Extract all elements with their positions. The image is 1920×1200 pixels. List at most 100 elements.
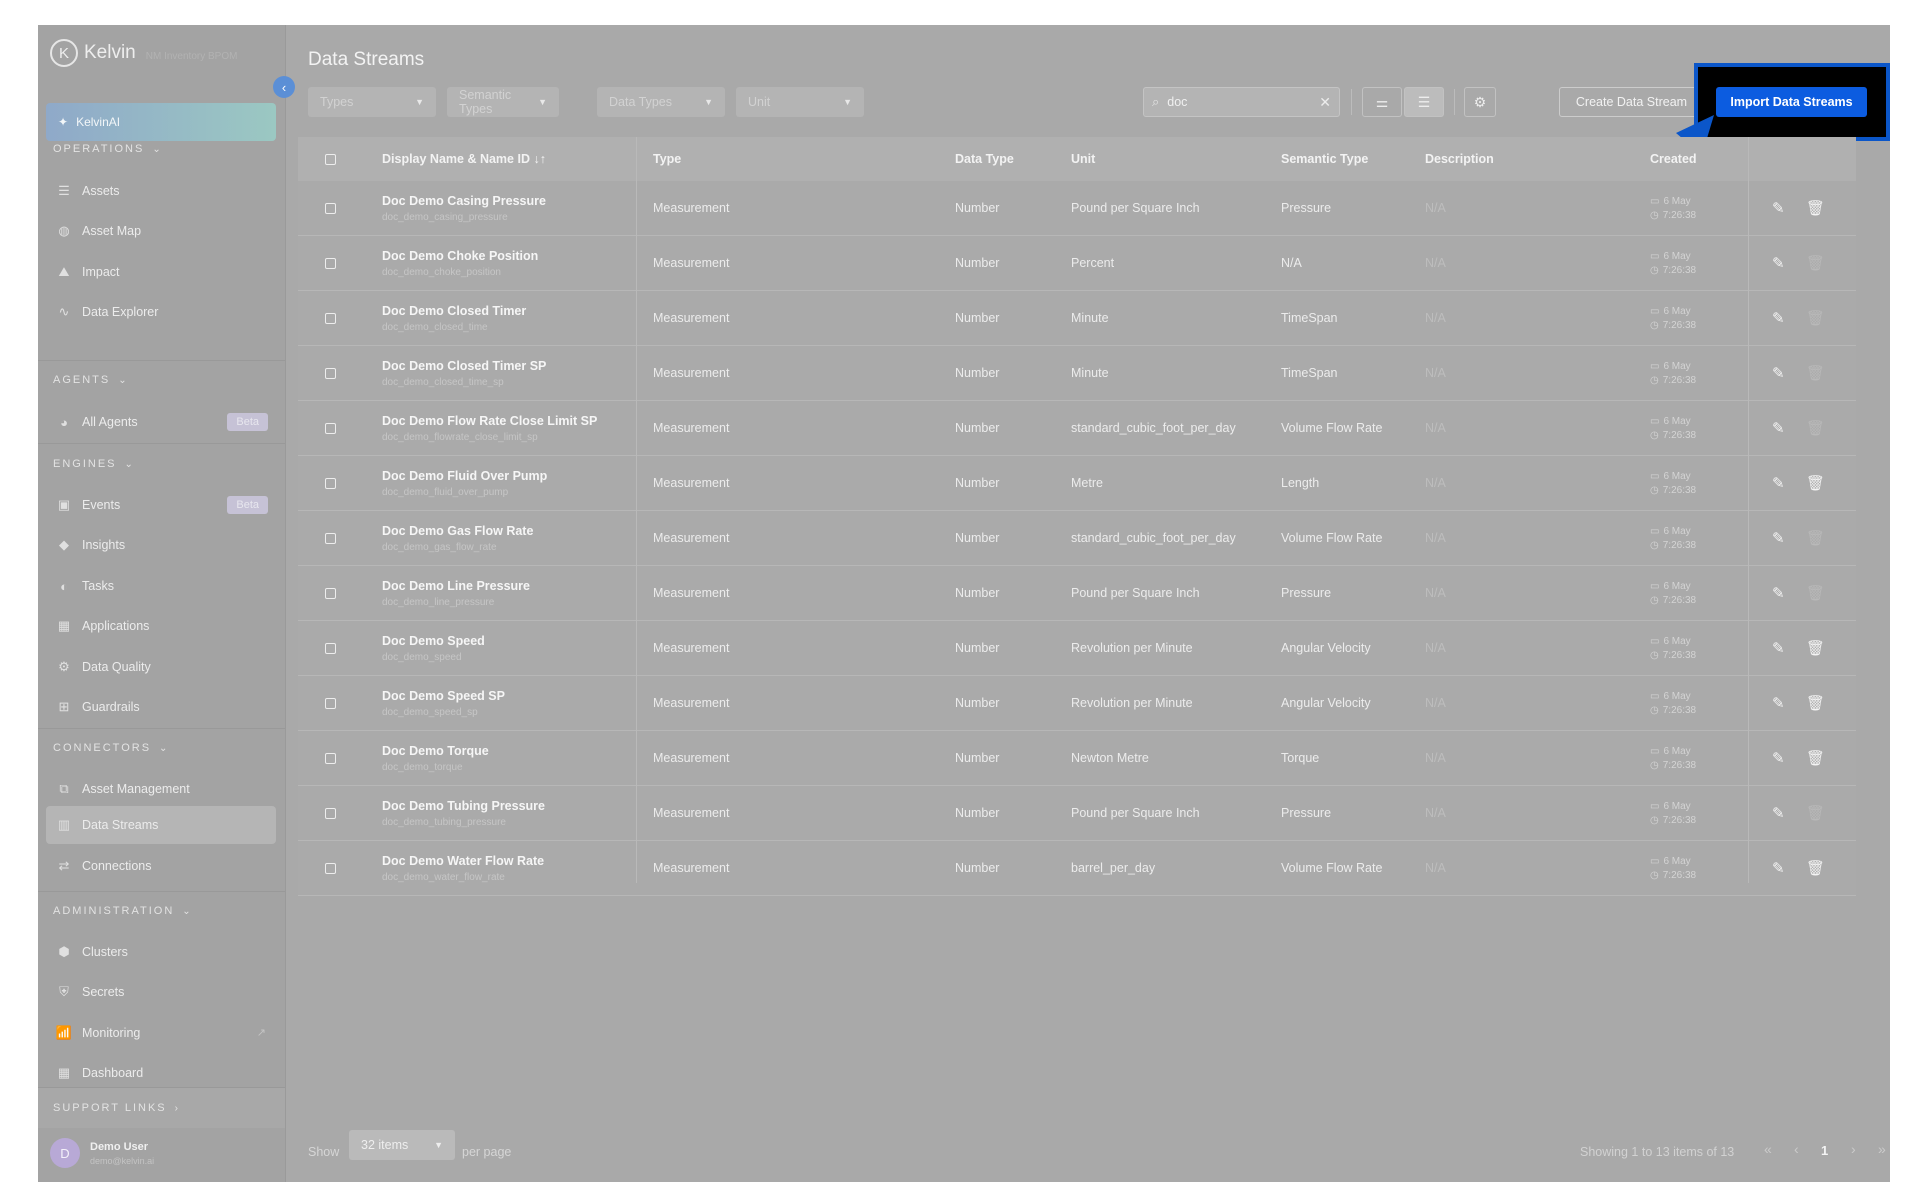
delete-button[interactable]: 🗑 [1806, 456, 1825, 510]
import-data-streams-button[interactable]: Import Data Streams [1716, 87, 1867, 117]
compact-view-button[interactable]: ⚌ [1362, 87, 1402, 117]
edit-button[interactable]: ✎ [1772, 511, 1785, 565]
edit-button[interactable]: ✎ [1772, 731, 1785, 785]
sidebar-item-clusters[interactable]: ⬢ Clusters [46, 933, 276, 971]
row-checkbox[interactable] [325, 236, 336, 290]
filter-unit[interactable]: Unit ▼ [736, 87, 864, 117]
per-page-select[interactable]: 32 items ▼ [349, 1130, 455, 1160]
sidebar-item-assets[interactable]: ☰ Assets [46, 172, 276, 210]
table-row[interactable]: Doc Demo Water Flow Rate doc_demo_water_… [298, 841, 1856, 896]
select-all-checkbox[interactable] [325, 137, 336, 181]
sidebar-item-connections[interactable]: ⇄ Connections [46, 847, 276, 885]
edit-button[interactable]: ✎ [1772, 401, 1785, 455]
name-cell[interactable]: Doc Demo Gas Flow Rate doc_demo_gas_flow… [382, 511, 533, 565]
logo[interactable]: K Kelvin NM Inventory BPOM [50, 39, 237, 67]
row-checkbox[interactable] [325, 566, 336, 620]
kelvinai-button[interactable]: ✦ KelvinAI [46, 103, 276, 141]
delete-button[interactable]: 🗑 [1806, 731, 1825, 785]
clear-search-icon[interactable]: ✕ [1319, 94, 1331, 111]
edit-button[interactable]: ✎ [1772, 786, 1785, 840]
section-connectors[interactable]: CONNECTORS ⌄ [53, 742, 167, 754]
sidebar-item-all-agents[interactable]: ◕ All Agents Beta [46, 403, 276, 441]
first-page-button[interactable]: « [1764, 1141, 1772, 1157]
support-links[interactable]: SUPPORT LINKS › [38, 1087, 285, 1128]
section-administration[interactable]: ADMINISTRATION ⌄ [53, 905, 191, 917]
sidebar-item-impact[interactable]: ⛰ Impact [46, 253, 276, 291]
edit-button[interactable]: ✎ [1772, 456, 1785, 510]
name-cell[interactable]: Doc Demo Fluid Over Pump doc_demo_fluid_… [382, 456, 547, 510]
name-cell[interactable]: Doc Demo Water Flow Rate doc_demo_water_… [382, 841, 544, 895]
section-engines[interactable]: ENGINES ⌄ [53, 458, 133, 470]
row-checkbox[interactable] [325, 401, 336, 455]
sidebar-item-asset-management[interactable]: ⧉ Asset Management [46, 770, 276, 808]
sidebar-item-asset-map[interactable]: ◍ Asset Map [46, 212, 276, 250]
name-cell[interactable]: Doc Demo Closed Timer doc_demo_closed_ti… [382, 291, 526, 345]
header-name[interactable]: Display Name & Name ID ↓↑ [382, 137, 546, 181]
table-row[interactable]: Doc Demo Casing Pressure doc_demo_casing… [298, 181, 1856, 236]
row-checkbox[interactable] [325, 346, 336, 400]
search-input[interactable]: ⌕ doc ✕ [1143, 87, 1340, 117]
edit-button[interactable]: ✎ [1772, 841, 1785, 895]
row-checkbox[interactable] [325, 511, 336, 565]
name-cell[interactable]: Doc Demo Speed doc_demo_speed [382, 621, 485, 675]
table-row[interactable]: Doc Demo Speed SP doc_demo_speed_sp Meas… [298, 676, 1856, 731]
delete-button[interactable]: 🗑 [1806, 181, 1825, 235]
edit-button[interactable]: ✎ [1772, 346, 1785, 400]
sidebar-item-data-quality[interactable]: ⚙ Data Quality [46, 648, 276, 686]
sidebar-item-secrets[interactable]: ⛨ Secrets [46, 973, 276, 1011]
row-checkbox[interactable] [325, 731, 336, 785]
row-checkbox[interactable] [325, 841, 336, 895]
row-checkbox[interactable] [325, 181, 336, 235]
section-support[interactable]: SUPPORT LINKS › [53, 1102, 178, 1114]
table-row[interactable]: Doc Demo Line Pressure doc_demo_line_pre… [298, 566, 1856, 621]
page-button-current[interactable]: 1 [1821, 1143, 1828, 1158]
delete-button[interactable]: 🗑 [1806, 621, 1825, 675]
table-row[interactable]: Doc Demo Choke Position doc_demo_choke_p… [298, 236, 1856, 291]
user-profile[interactable]: D Demo User demo@kelvin.ai [50, 1138, 154, 1168]
row-checkbox[interactable] [325, 676, 336, 730]
row-checkbox[interactable] [325, 786, 336, 840]
table-row[interactable]: Doc Demo Gas Flow Rate doc_demo_gas_flow… [298, 511, 1856, 566]
row-checkbox[interactable] [325, 456, 336, 510]
edit-button[interactable]: ✎ [1772, 236, 1785, 290]
list-view-button[interactable]: ☰ [1404, 87, 1444, 117]
sidebar-item-tasks[interactable]: ◐ Tasks [46, 567, 276, 605]
delete-button[interactable]: 🗑 [1806, 841, 1825, 895]
sidebar-item-applications[interactable]: ▦ Applications [46, 607, 276, 645]
last-page-button[interactable]: » [1878, 1141, 1886, 1157]
name-cell[interactable]: Doc Demo Torque doc_demo_torque [382, 731, 489, 785]
table-row[interactable]: Doc Demo Tubing Pressure doc_demo_tubing… [298, 786, 1856, 841]
table-row[interactable]: Doc Demo Closed Timer SP doc_demo_closed… [298, 346, 1856, 401]
sidebar-item-monitoring[interactable]: 📶 Monitoring ↗ [46, 1014, 276, 1052]
edit-button[interactable]: ✎ [1772, 566, 1785, 620]
edit-button[interactable]: ✎ [1772, 291, 1785, 345]
sidebar-item-guardrails[interactable]: ⊞ Guardrails [46, 688, 276, 726]
sidebar-item-events[interactable]: ▣ Events Beta [46, 486, 276, 524]
edit-button[interactable]: ✎ [1772, 676, 1785, 730]
table-row[interactable]: Doc Demo Fluid Over Pump doc_demo_fluid_… [298, 456, 1856, 511]
name-cell[interactable]: Doc Demo Choke Position doc_demo_choke_p… [382, 236, 538, 290]
delete-button[interactable]: 🗑 [1806, 676, 1825, 730]
row-checkbox[interactable] [325, 621, 336, 675]
filter-data-types[interactable]: Data Types ▼ [597, 87, 725, 117]
table-row[interactable]: Doc Demo Flow Rate Close Limit SP doc_de… [298, 401, 1856, 456]
table-row[interactable]: Doc Demo Torque doc_demo_torque Measurem… [298, 731, 1856, 786]
table-settings-button[interactable]: ⚙ [1464, 87, 1496, 117]
name-cell[interactable]: Doc Demo Tubing Pressure doc_demo_tubing… [382, 786, 545, 840]
filter-semantic-types[interactable]: Semantic Types ▼ [447, 87, 559, 117]
next-page-button[interactable]: › [1851, 1141, 1856, 1157]
filter-types[interactable]: Types ▼ [308, 87, 436, 117]
sidebar-item-insights[interactable]: ◆ Insights [46, 526, 276, 564]
name-cell[interactable]: Doc Demo Speed SP doc_demo_speed_sp [382, 676, 505, 730]
edit-button[interactable]: ✎ [1772, 621, 1785, 675]
table-row[interactable]: Doc Demo Speed doc_demo_speed Measuremen… [298, 621, 1856, 676]
prev-page-button[interactable]: ‹ [1794, 1141, 1799, 1157]
collapse-sidebar-button[interactable]: ‹ [273, 76, 295, 98]
edit-button[interactable]: ✎ [1772, 181, 1785, 235]
sidebar-item-data-explorer[interactable]: ∿ Data Explorer [46, 293, 276, 331]
table-row[interactable]: Doc Demo Closed Timer doc_demo_closed_ti… [298, 291, 1856, 346]
section-agents[interactable]: AGENTS ⌄ [53, 374, 127, 386]
row-checkbox[interactable] [325, 291, 336, 345]
name-cell[interactable]: Doc Demo Flow Rate Close Limit SP doc_de… [382, 401, 597, 455]
name-cell[interactable]: Doc Demo Line Pressure doc_demo_line_pre… [382, 566, 530, 620]
